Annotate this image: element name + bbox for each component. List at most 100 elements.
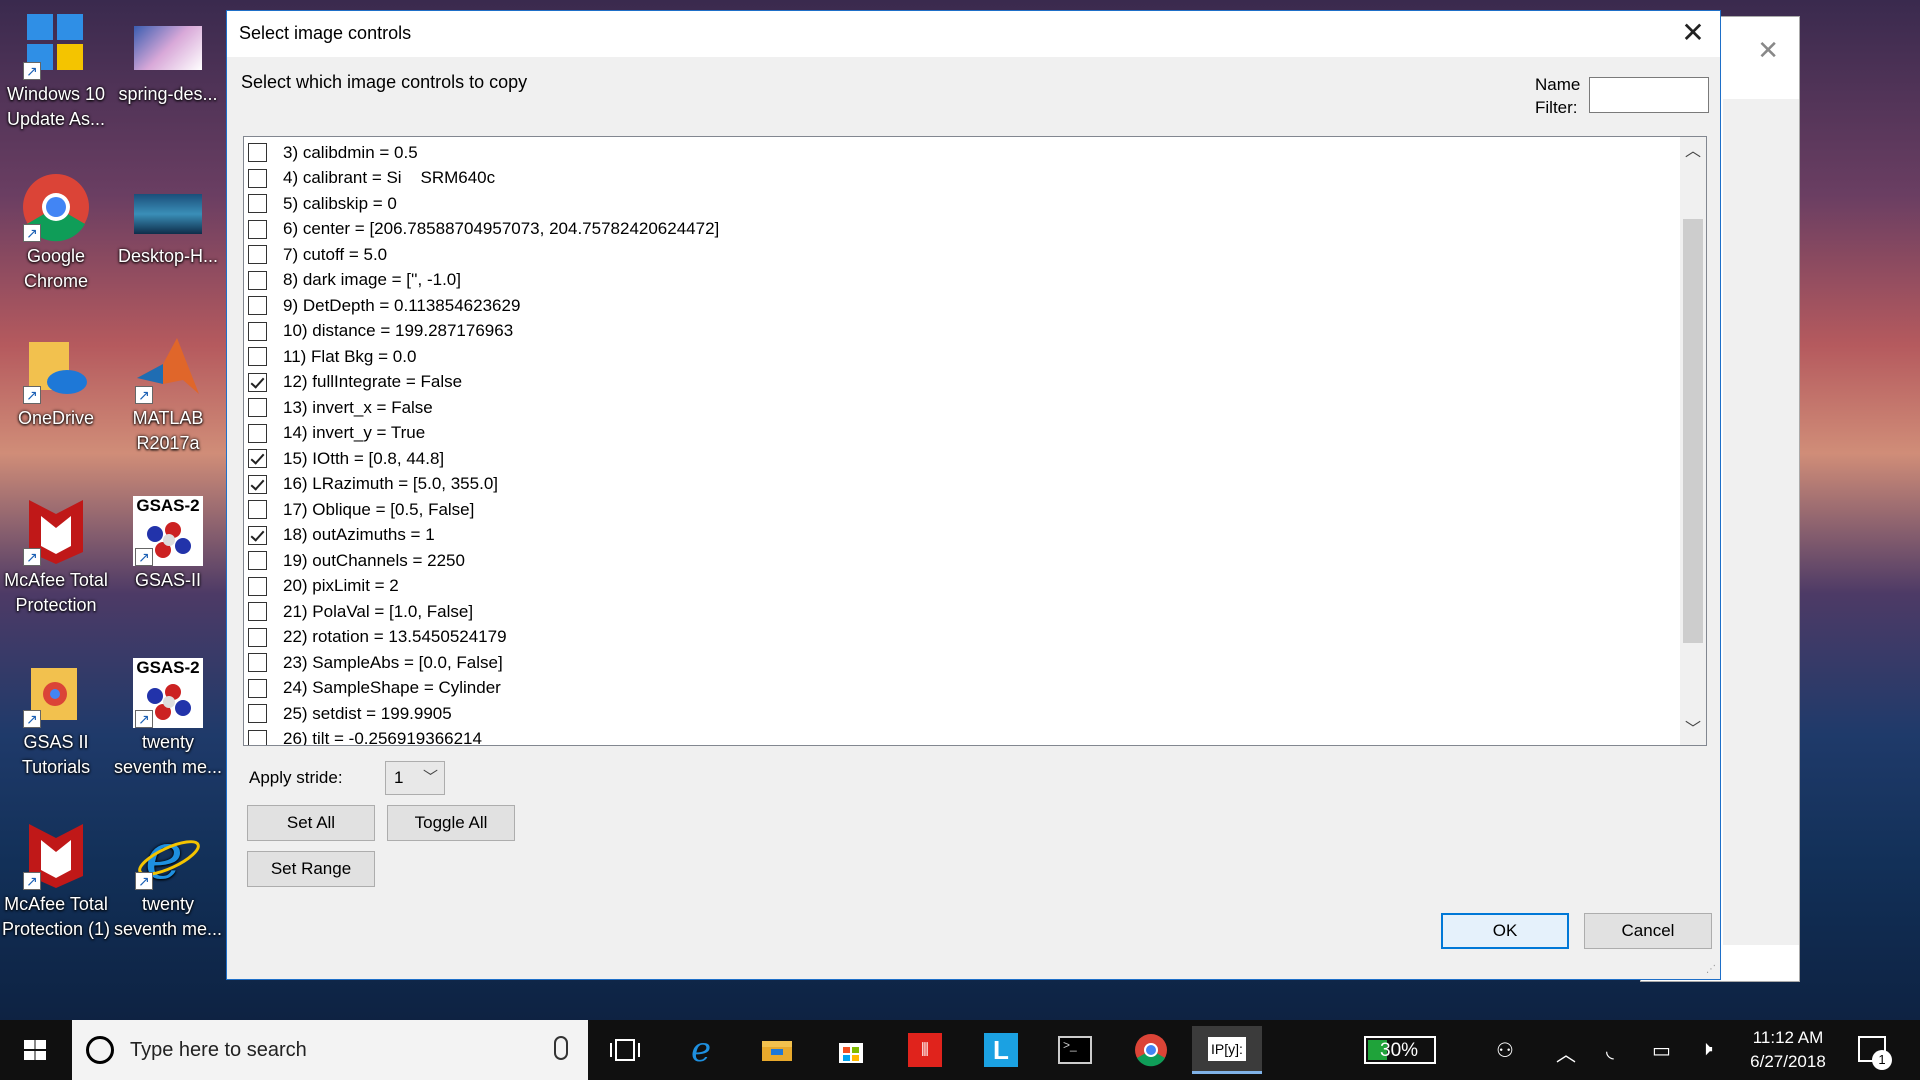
scroll-down-icon[interactable]: ﹀	[1680, 717, 1706, 743]
control-checkbox[interactable]	[248, 525, 267, 545]
control-checkbox[interactable]	[248, 168, 267, 188]
control-checkbox[interactable]	[248, 143, 267, 162]
chevron-down-icon: ﹀	[422, 769, 438, 786]
control-checkbox[interactable]	[248, 474, 267, 494]
control-list-item[interactable]: 21) PolaVal = [1.0, False]	[248, 599, 473, 624]
chrome-icon[interactable]	[1126, 1026, 1176, 1074]
set-all-button[interactable]: Set All	[247, 805, 375, 841]
control-list-item[interactable]: 3) calibdmin = 0.5	[248, 140, 418, 165]
desktop-icon-mcafee-1[interactable]: McAfee Total Protection (1)	[0, 820, 112, 942]
desktop-icon-twenty-seventh-2[interactable]: e twenty seventh me...	[112, 820, 224, 942]
start-button[interactable]	[0, 1020, 70, 1080]
app-l-icon[interactable]: L	[976, 1026, 1026, 1074]
desktop-icon-windows-update[interactable]: Windows 10 Update As...	[0, 10, 112, 132]
clock[interactable]: 11:12 AM 6/27/2018	[1720, 1026, 1856, 1074]
desktop-icon-gsas[interactable]: GSAS-2 GSAS-II	[112, 496, 224, 593]
control-checkbox[interactable]	[248, 729, 267, 745]
control-list-item[interactable]: 4) calibrant = Si SRM640c	[248, 166, 495, 191]
battery-icon[interactable]: ▭	[1652, 1038, 1671, 1063]
control-checkbox[interactable]	[248, 602, 267, 621]
terminal-icon[interactable]: >_	[1050, 1026, 1100, 1074]
control-list-item[interactable]: 5) calibskip = 0	[248, 191, 397, 216]
name-filter-input[interactable]	[1589, 77, 1709, 113]
control-list-item[interactable]: 23) SampleAbs = [0.0, False]	[248, 650, 503, 675]
microphone-icon[interactable]	[554, 1036, 568, 1060]
desktop-icon-twenty-seventh-1[interactable]: GSAS-2 twenty seventh me...	[112, 658, 224, 780]
battery-indicator[interactable]: 30%	[1364, 1036, 1436, 1064]
control-list-item[interactable]: 8) dark image = ['', -1.0]	[248, 268, 461, 293]
desktop-icon-desktop-h[interactable]: Desktop-H...	[112, 172, 224, 269]
control-label: 19) outChannels = 2250	[283, 550, 465, 570]
close-button[interactable]: ✕	[1674, 15, 1712, 53]
control-checkbox[interactable]	[248, 398, 267, 417]
control-list-item[interactable]: 17) Oblique = [0.5, False]	[248, 497, 474, 522]
scroll-up-icon[interactable]: ︿	[1680, 139, 1706, 165]
control-checkbox[interactable]	[248, 372, 267, 392]
ok-button[interactable]: OK	[1441, 913, 1569, 949]
edge-icon[interactable]: e	[676, 1026, 726, 1074]
speaker-muted-icon[interactable]: 🕨	[1700, 1038, 1713, 1061]
resize-grip-icon[interactable]: ⋰	[1706, 964, 1716, 975]
desktop-icon-matlab[interactable]: MATLAB R2017a	[112, 334, 224, 456]
desktop-icon-spring[interactable]: spring-des...	[112, 10, 224, 107]
control-list-item[interactable]: 10) distance = 199.287176963	[248, 319, 513, 344]
control-list-item[interactable]: 24) SampleShape = Cylinder	[248, 676, 501, 701]
control-list-item[interactable]: 20) pixLimit = 2	[248, 574, 399, 599]
control-checkbox[interactable]	[248, 704, 267, 723]
control-checkbox[interactable]	[248, 449, 267, 468]
task-view-icon[interactable]	[600, 1026, 650, 1074]
control-list-item[interactable]: 7) cutoff = 5.0	[248, 242, 387, 267]
vertical-scrollbar[interactable]: ︿ ﹀	[1680, 137, 1706, 745]
ipython-icon[interactable]: IP[y]:	[1192, 1026, 1262, 1074]
taskbar-search-box[interactable]: Type here to search	[72, 1020, 588, 1080]
control-checkbox[interactable]	[248, 347, 267, 366]
control-checkbox[interactable]	[248, 576, 267, 596]
people-icon[interactable]: ⚇	[1496, 1038, 1514, 1063]
control-checkbox[interactable]	[248, 500, 267, 519]
control-list-item[interactable]: 26) tilt = -0.256919366214	[248, 727, 482, 745]
desktop-icon-label: twenty seventh me...	[113, 894, 223, 939]
control-checkbox[interactable]	[248, 653, 267, 672]
set-range-button[interactable]: Set Range	[247, 851, 375, 887]
close-icon[interactable]: ✕	[1757, 35, 1779, 66]
wifi-icon[interactable]: ◟	[1606, 1038, 1614, 1063]
apply-stride-select[interactable]: 1 ﹀	[385, 761, 445, 795]
control-list-item[interactable]: 11) Flat Bkg = 0.0	[248, 344, 416, 369]
control-checkbox[interactable]	[248, 423, 267, 443]
control-list-item[interactable]: 22) rotation = 13.5450524179	[248, 625, 507, 650]
toggle-all-button[interactable]: Toggle All	[387, 805, 515, 841]
control-list-item[interactable]: 14) invert_y = True	[248, 421, 425, 446]
control-checkbox[interactable]	[248, 551, 267, 570]
control-checkbox[interactable]	[248, 296, 267, 315]
windows-update-icon	[21, 10, 91, 84]
control-list-item[interactable]: 6) center = [206.78588704957073, 204.757…	[248, 217, 719, 242]
control-checkbox[interactable]	[248, 245, 267, 264]
control-list-item[interactable]: 9) DetDepth = 0.113854623629	[248, 293, 520, 318]
control-checkbox[interactable]	[248, 678, 267, 698]
control-list-item[interactable]: 12) fullIntegrate = False	[248, 370, 462, 395]
desktop-icon-onedrive[interactable]: OneDrive	[0, 334, 112, 431]
onedrive-icon	[21, 334, 91, 408]
chevron-up-icon[interactable]: ︿	[1556, 1038, 1576, 1067]
control-list-item[interactable]: 15) IOtth = [0.8, 44.8]	[248, 446, 444, 471]
image-file-icon	[134, 194, 202, 234]
control-list-item[interactable]: 19) outChannels = 2250	[248, 548, 465, 573]
control-list-item[interactable]: 18) outAzimuths = 1	[248, 523, 435, 548]
cancel-button[interactable]: Cancel	[1584, 913, 1712, 949]
control-list-item[interactable]: 16) LRazimuth = [5.0, 355.0]	[248, 472, 498, 497]
control-checkbox[interactable]	[248, 321, 267, 341]
desktop-icon-chrome[interactable]: Google Chrome	[0, 172, 112, 294]
controls-checklist[interactable]: 3) calibdmin = 0.5 4) calibrant = Si SRM6…	[243, 136, 1707, 746]
desktop-icon-gsas-tutorials[interactable]: GSAS II Tutorials	[0, 658, 112, 780]
control-checkbox[interactable]	[248, 194, 267, 213]
control-list-item[interactable]: 13) invert_x = False	[248, 395, 433, 420]
app-red-icon[interactable]: ⦀	[900, 1026, 950, 1074]
file-explorer-icon[interactable]	[752, 1026, 802, 1074]
control-list-item[interactable]: 25) setdist = 199.9905	[248, 701, 452, 726]
control-checkbox[interactable]	[248, 270, 267, 290]
scrollbar-thumb[interactable]	[1683, 219, 1703, 643]
control-checkbox[interactable]	[248, 219, 267, 239]
desktop-icon-mcafee[interactable]: McAfee Total Protection	[0, 496, 112, 618]
control-checkbox[interactable]	[248, 627, 267, 647]
store-icon[interactable]	[826, 1026, 876, 1074]
